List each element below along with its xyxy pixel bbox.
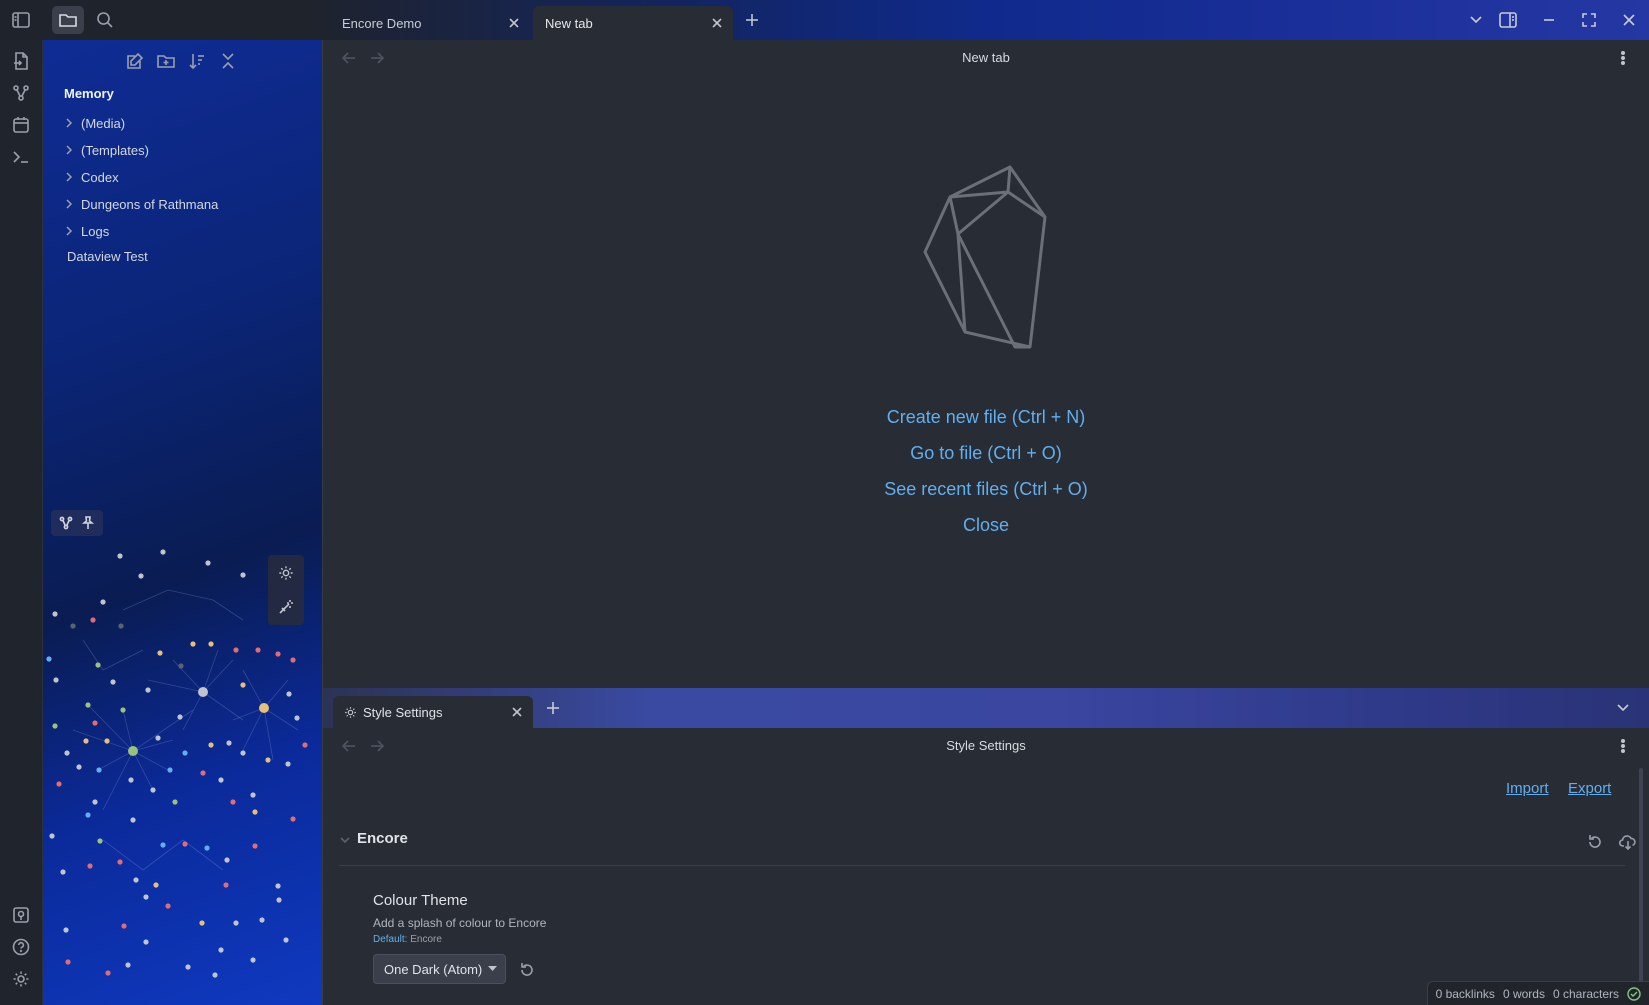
folder-logs[interactable]: Logs bbox=[63, 220, 109, 242]
create-new-file-link[interactable]: Create new file (Ctrl + N) bbox=[323, 407, 1649, 428]
file-dataview-test[interactable]: Dataview Test bbox=[67, 245, 148, 267]
sidebar-toggle-icon[interactable] bbox=[10, 10, 32, 30]
tab-style-settings[interactable]: Style Settings bbox=[333, 696, 533, 728]
pin-icon[interactable] bbox=[79, 514, 97, 532]
close-window-icon[interactable] bbox=[1618, 10, 1640, 30]
backlinks-count[interactable]: 0 backlinks bbox=[1436, 987, 1495, 1001]
section-header-encore[interactable]: Encore bbox=[339, 826, 1636, 866]
calendar-icon[interactable] bbox=[10, 114, 32, 136]
tab-encore-demo[interactable]: Encore Demo bbox=[330, 6, 530, 40]
more-options-icon[interactable] bbox=[1613, 48, 1633, 68]
folder-media[interactable]: (Media) bbox=[63, 112, 125, 134]
new-tab-icon[interactable] bbox=[742, 10, 762, 30]
more-options-icon[interactable] bbox=[1613, 736, 1633, 756]
folder-icon[interactable] bbox=[52, 6, 84, 34]
search-icon[interactable] bbox=[94, 10, 116, 30]
chevron-right-icon bbox=[66, 172, 73, 182]
maximize-icon[interactable] bbox=[1578, 10, 1600, 30]
view-header-title: New tab bbox=[962, 50, 1010, 65]
folder-label: Dungeons of Rathmana bbox=[81, 196, 219, 212]
chevron-right-icon bbox=[66, 118, 73, 128]
vault-name: Memory bbox=[64, 86, 114, 101]
import-link[interactable]: Import bbox=[1506, 780, 1549, 797]
terminal-icon[interactable] bbox=[10, 146, 32, 168]
character-count: 0 characters bbox=[1552, 986, 1619, 1001]
graph-view-icon[interactable] bbox=[10, 82, 32, 104]
export-link[interactable]: Export bbox=[1568, 780, 1611, 797]
word-count: 0 words bbox=[1502, 986, 1545, 1001]
obsidian-logo-icon bbox=[923, 165, 1047, 349]
close-icon[interactable] bbox=[509, 704, 525, 720]
sort-icon[interactable] bbox=[186, 50, 208, 72]
new-folder-icon[interactable] bbox=[155, 50, 177, 72]
vault-switch-icon[interactable] bbox=[10, 904, 32, 926]
chevron-down-icon[interactable] bbox=[1613, 698, 1633, 718]
close-icon[interactable] bbox=[506, 15, 522, 31]
folder-codex[interactable]: Codex bbox=[63, 166, 119, 188]
minimize-icon[interactable] bbox=[1538, 10, 1560, 30]
tab-label: Encore Demo bbox=[342, 15, 422, 31]
file-label: Dataview Test bbox=[67, 248, 148, 264]
folder-dungeons-of-rathmana[interactable]: Dungeons of Rathmana bbox=[63, 193, 218, 215]
collapse-all-icon[interactable] bbox=[217, 50, 239, 72]
section-title: Encore bbox=[357, 830, 408, 847]
chevron-right-icon bbox=[66, 145, 73, 155]
close-icon[interactable] bbox=[709, 15, 725, 31]
status-bar: 0 backlinks 0 words 0 characters bbox=[1426, 981, 1649, 1005]
sync-ok-icon[interactable] bbox=[1627, 986, 1641, 1001]
chevron-right-icon bbox=[66, 199, 73, 209]
tab-label: New tab bbox=[545, 15, 593, 31]
folder-templates[interactable]: (Templates) bbox=[63, 139, 149, 161]
default-label: Default: bbox=[373, 934, 408, 945]
tab-new-tab[interactable]: New tab bbox=[533, 6, 733, 40]
setting-default: Default: Encore bbox=[373, 934, 442, 945]
dropdown-arrow-icon bbox=[487, 965, 497, 973]
go-to-file-link[interactable]: Go to file (Ctrl + O) bbox=[323, 443, 1649, 464]
gear-icon bbox=[343, 705, 357, 719]
export-section-icon[interactable] bbox=[1618, 832, 1638, 852]
new-note-icon[interactable] bbox=[124, 50, 146, 72]
select-value: One Dark (Atom) bbox=[384, 961, 483, 977]
ribbon bbox=[0, 40, 43, 1005]
graph-icon[interactable] bbox=[57, 514, 75, 532]
right-sidebar-toggle-icon[interactable] bbox=[1497, 9, 1519, 31]
reset-icon[interactable] bbox=[516, 959, 538, 981]
scrollbar[interactable] bbox=[1639, 768, 1643, 988]
local-graph[interactable] bbox=[43, 540, 323, 980]
main-pane: New tab Create new file (Ctrl + N) Go to… bbox=[323, 40, 1649, 688]
open-quick-switcher-icon[interactable] bbox=[10, 50, 32, 72]
reset-icon[interactable] bbox=[1585, 832, 1605, 852]
file-explorer: Memory (Media) (Templates) Codex Dungeon… bbox=[43, 40, 323, 1005]
graph-controls bbox=[51, 510, 103, 536]
view-header-title: Style Settings bbox=[946, 738, 1026, 753]
chevron-down-icon[interactable] bbox=[1465, 10, 1487, 30]
folder-label: Logs bbox=[81, 223, 110, 239]
folder-label: (Media) bbox=[81, 115, 126, 131]
folder-label: (Templates) bbox=[81, 142, 149, 158]
title-bar: Encore Demo New tab bbox=[0, 0, 1649, 40]
folder-label: Codex bbox=[81, 169, 119, 185]
chevron-down-icon bbox=[339, 834, 351, 846]
colour-theme-select[interactable]: One Dark (Atom) bbox=[373, 954, 506, 984]
default-value: Encore bbox=[410, 934, 442, 945]
tab-label: Style Settings bbox=[363, 704, 443, 720]
new-tab-icon[interactable] bbox=[543, 698, 563, 718]
setting-description: Add a splash of colour to Encore bbox=[373, 916, 547, 930]
help-icon[interactable] bbox=[10, 936, 32, 958]
see-recent-files-link[interactable]: See recent files (Ctrl + O) bbox=[323, 479, 1649, 500]
chevron-right-icon bbox=[66, 226, 73, 236]
settings-icon[interactable] bbox=[10, 968, 32, 990]
setting-title: Colour Theme bbox=[373, 892, 468, 909]
close-link[interactable]: Close bbox=[323, 515, 1649, 536]
bottom-tab-bar: Style Settings bbox=[323, 688, 1649, 728]
